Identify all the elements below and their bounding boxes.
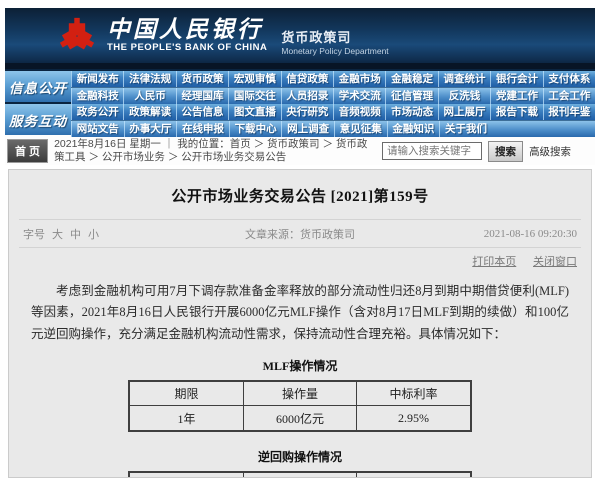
nav-item-statistics[interactable]: 调查统计 — [438, 71, 490, 87]
nav-item-online-filing[interactable]: 在线申报 — [176, 121, 229, 137]
nav-item-website-notices[interactable]: 网站文告 — [71, 121, 124, 137]
search-input[interactable] — [382, 142, 482, 160]
breadcrumb-link-open-market[interactable]: 公开市场业务 — [102, 151, 165, 163]
nav-item-feedback[interactable]: 意见征集 — [334, 121, 387, 137]
nav-item-announcements[interactable]: 公告信息 — [176, 104, 228, 120]
nav-row: 金融科技 人民币 经理国库 国际交往 人员招录 学术交流 征信管理 反洗钱 党建… — [71, 88, 595, 104]
column-header: 期限 — [129, 381, 243, 406]
nav-item-news[interactable]: 新闻发布 — [71, 71, 123, 87]
location-label: 我的位置：首页 — [177, 138, 251, 150]
nav-item-service-hall[interactable]: 办事大厅 — [124, 121, 177, 137]
article-paragraph: 考虑到金融机构可用7月下调存款准备金率释放的部分流动性归还8月到期中期借贷便利(… — [31, 281, 569, 345]
nav-item-yearbook[interactable]: 报刊年鉴 — [543, 104, 595, 120]
nav-item-download-center[interactable]: 下载中心 — [229, 121, 282, 137]
nav-item-gov-disclosure[interactable]: 政务公开 — [71, 104, 123, 120]
header-banner: 中国人民银行 THE PEOPLE'S BANK OF CHINA 货币政策司 … — [5, 8, 595, 69]
repo-table-title: 逆回购操作情况 — [9, 448, 591, 465]
column-header: 期限 — [129, 472, 243, 478]
department-name-cn: 货币政策司 — [281, 27, 388, 46]
print-page-link[interactable]: 打印本页 — [472, 256, 516, 268]
close-window-link[interactable]: 关闭窗口 — [533, 256, 577, 268]
column-header: 操作量 — [243, 381, 357, 406]
page-title: 公开市场业务交易公告 [2021]第159号 — [9, 170, 591, 219]
nav-item-fintech[interactable]: 金融科技 — [71, 88, 123, 104]
nav-item-research[interactable]: 央行研究 — [281, 104, 333, 120]
department-name-en: Monetary Policy Department — [281, 46, 388, 56]
nav-item-audio-video[interactable]: 音频视频 — [333, 104, 385, 120]
column-header: 中标利率 — [357, 381, 471, 406]
nav-item-treasury[interactable]: 经理国库 — [176, 88, 228, 104]
nav-row: 网站文告 办事大厅 在线申报 下载中心 网上调查 意见征集 金融知识 关于我们 — [71, 121, 595, 137]
nav-item-anti-money-laundering[interactable]: 反洗钱 — [438, 88, 490, 104]
reverse-repo-table: 期限 中标量 中标利率 7天 100亿元 2.20% — [128, 471, 471, 478]
table-cell: 2.95% — [357, 406, 471, 431]
nav-label-services[interactable]: 服务互动 — [5, 104, 71, 135]
table-row: 1年 6000亿元 2.95% — [129, 406, 470, 431]
source-value: 货币政策司 — [300, 229, 355, 241]
column-header: 中标量 — [243, 472, 357, 478]
nav-item-report-download[interactable]: 报告下载 — [490, 104, 542, 120]
nav-item-recruitment[interactable]: 人员招录 — [281, 88, 333, 104]
date-text: 2021年8月16日 星期一 — [54, 138, 161, 150]
nav-item-financial-stability[interactable]: 金融稳定 — [385, 71, 437, 87]
breadcrumb-bar: 首 页 2021年8月16日 星期一 ｜ 我的位置：首页 ＞ 货币政策司 ＞ 货… — [5, 135, 595, 165]
mlf-operations-table: 期限 操作量 中标利率 1年 6000亿元 2.95% — [128, 380, 471, 432]
nav-item-payment-system[interactable]: 支付体系 — [543, 71, 595, 87]
nav-item-international[interactable]: 国际交往 — [228, 88, 280, 104]
nav-row: 政务公开 政策解读 公告信息 图文直播 央行研究 音频视频 市场动态 网上展厅 … — [71, 104, 595, 121]
font-size-label: 字号 — [23, 226, 45, 242]
font-size-small[interactable]: 小 — [88, 226, 99, 242]
nav-item-laws[interactable]: 法律法规 — [123, 71, 175, 87]
publish-datetime: 2021-08-16 09:20:30 — [404, 228, 577, 240]
nav-item-financial-market[interactable]: 金融市场 — [333, 71, 385, 87]
mlf-table-title: MLF操作情况 — [9, 357, 591, 374]
nav-item-renminbi[interactable]: 人民币 — [123, 88, 175, 104]
pboc-emblem-icon — [57, 15, 97, 57]
nav-item-macroprudential[interactable]: 宏观审慎 — [228, 71, 280, 87]
nav-item-bank-accounting[interactable]: 银行会计 — [490, 71, 542, 87]
advanced-search-link[interactable]: 高级搜索 — [529, 144, 571, 159]
table-cell: 6000亿元 — [243, 406, 357, 431]
nav-section-services: 服务互动 政务公开 政策解读 公告信息 图文直播 央行研究 音频视频 市场动态 … — [5, 102, 595, 135]
article-meta: 字号 大 中 小 文章来源：货币政策司 2021-08-16 09:20:30 — [9, 220, 591, 247]
nav-item-labor-union[interactable]: 工会工作 — [543, 88, 595, 104]
column-header: 中标利率 — [357, 472, 471, 478]
breadcrumb-link-monetary-dept[interactable]: 货币政策司 — [267, 138, 320, 150]
nav-item-online-survey[interactable]: 网上调查 — [281, 121, 334, 137]
bank-name-cn: 中国人民银行 — [107, 18, 267, 42]
search-button[interactable]: 搜索 — [488, 141, 523, 162]
breadcrumb: 2021年8月16日 星期一 ｜ 我的位置：首页 ＞ 货币政策司 ＞ 货币政策工… — [54, 138, 376, 164]
banner-bottom-strip — [5, 63, 595, 69]
font-size-medium[interactable]: 中 — [70, 226, 81, 242]
font-size-large[interactable]: 大 — [52, 226, 63, 242]
breadcrumb-link-trade-announcements[interactable]: 公开市场业务交易公告 — [181, 151, 286, 163]
nav-row: 新闻发布 法律法规 货币政策 宏观审慎 信贷政策 金融市场 金融稳定 调查统计 … — [71, 71, 595, 88]
nav-item-financial-knowledge[interactable]: 金融知识 — [387, 121, 440, 137]
nav-item-online-gallery[interactable]: 网上展厅 — [438, 104, 490, 120]
nav-item-market-trends[interactable]: 市场动态 — [385, 104, 437, 120]
nav-item-about-us[interactable]: 关于我们 — [439, 121, 492, 137]
nav-item-credit-policy[interactable]: 信贷政策 — [281, 71, 333, 87]
source-label: 文章来源： — [245, 229, 300, 241]
nav-item-party-building[interactable]: 党建工作 — [490, 88, 542, 104]
pboc-page: 中国人民银行 THE PEOPLE'S BANK OF CHINA 货币政策司 … — [5, 8, 595, 478]
article-panel: 公开市场业务交易公告 [2021]第159号 字号 大 中 小 文章来源：货币政… — [8, 169, 592, 478]
nav-item-live-broadcast[interactable]: 图文直播 — [228, 104, 280, 120]
nav-label-information[interactable]: 信息公开 — [5, 71, 71, 102]
nav-item-monetary-policy[interactable]: 货币政策 — [176, 71, 228, 87]
article-actions: 打印本页 关闭窗口 — [9, 248, 591, 272]
home-button[interactable]: 首 页 — [7, 139, 48, 163]
nav-filler — [543, 121, 595, 137]
nav-section-information: 信息公开 新闻发布 法律法规 货币政策 宏观审慎 信贷政策 金融市场 金融稳定 … — [5, 69, 595, 102]
nav-item-academic[interactable]: 学术交流 — [333, 88, 385, 104]
nav-item-policy-interpretation[interactable]: 政策解读 — [123, 104, 175, 120]
bank-name-en: THE PEOPLE'S BANK OF CHINA — [107, 42, 267, 53]
nav-filler — [492, 121, 544, 137]
table-cell: 1年 — [129, 406, 243, 431]
nav-item-credit-info[interactable]: 征信管理 — [385, 88, 437, 104]
